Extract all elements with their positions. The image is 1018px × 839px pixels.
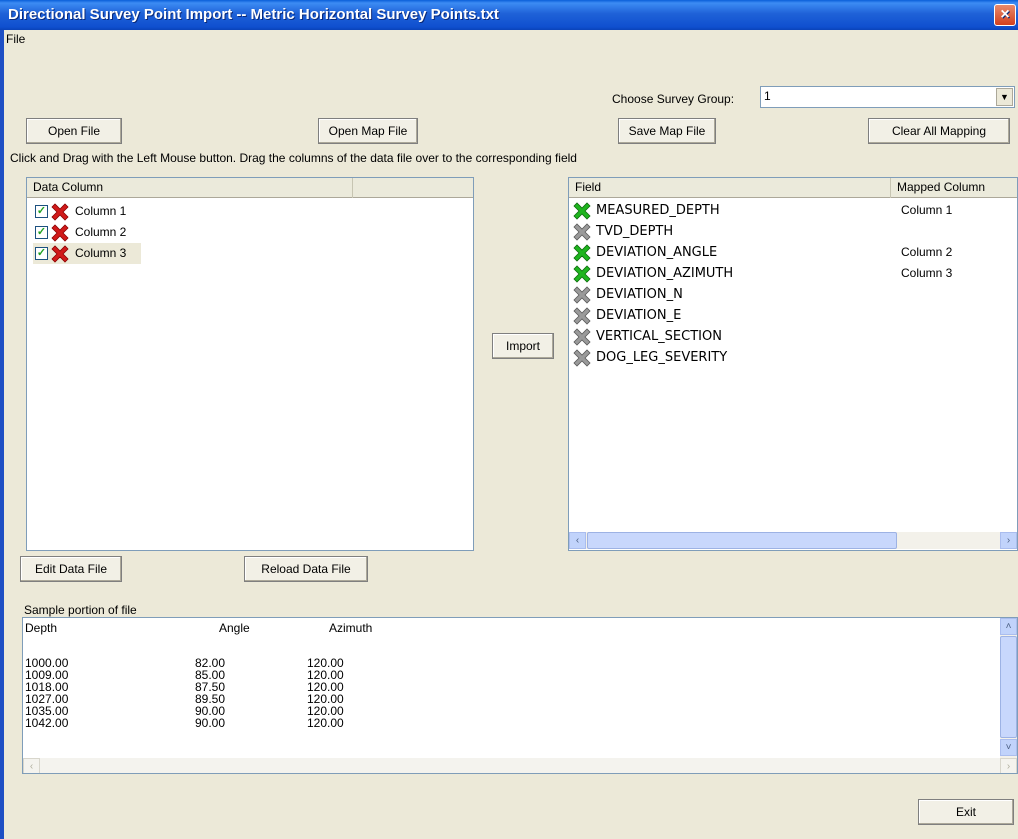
menu-file[interactable]: File <box>6 32 25 46</box>
field-row[interactable]: DOG_LEG_SEVERITY <box>573 347 1013 368</box>
mapped-column-value: Column 1 <box>901 203 953 217</box>
data-column-label: Column 3 <box>75 246 127 260</box>
field-row[interactable]: DEVIATION_N <box>573 284 1013 305</box>
open-map-file-button[interactable]: Open Map File <box>318 118 418 144</box>
survey-group-value: 1 <box>764 89 771 103</box>
mapped-column-header[interactable]: Mapped Column <box>891 178 1017 198</box>
sample-header-depth: Depth <box>25 621 58 635</box>
sample-header-angle: Angle <box>219 621 250 635</box>
sample-cell: 90.00 <box>195 716 226 730</box>
scroll-left-icon[interactable]: ‹ <box>23 758 40 773</box>
green-status-icon <box>573 265 591 283</box>
field-name: DEVIATION_N <box>596 287 683 302</box>
instructions-text: Click and Drag with the Left Mouse butto… <box>10 151 577 165</box>
sample-file-text[interactable]: Depth Angle Azimuth 1000.00 82.00 120.00… <box>22 617 1018 774</box>
import-button[interactable]: Import <box>492 333 554 359</box>
exit-button[interactable]: Exit <box>918 799 1014 825</box>
hscroll-thumb[interactable] <box>587 532 897 549</box>
scroll-down-icon[interactable]: ˅ <box>1000 739 1017 756</box>
checkbox-checked[interactable]: ✓ <box>35 205 48 218</box>
scroll-right-icon[interactable]: › <box>1000 532 1017 549</box>
import-dialog: Directional Survey Point Import -- Metri… <box>0 0 1018 839</box>
green-status-icon <box>573 244 591 262</box>
field-name: DOG_LEG_SEVERITY <box>596 350 728 365</box>
field-list-header: Field Mapped Column <box>569 178 1017 198</box>
scroll-up-icon[interactable]: ˄ <box>1000 618 1017 635</box>
gray-status-icon <box>573 307 591 325</box>
field-row[interactable]: VERTICAL_SECTION <box>573 326 1013 347</box>
close-button[interactable]: × <box>994 4 1016 26</box>
field-row[interactable]: DEVIATION_E <box>573 305 1013 326</box>
gray-status-icon <box>573 328 591 346</box>
data-column-list[interactable]: Data Column ✓ Column 1 ✓ Column 2 ✓ Colu… <box>26 177 474 551</box>
gray-status-icon <box>573 223 591 241</box>
clear-all-mapping-button[interactable]: Clear All Mapping <box>868 118 1010 144</box>
data-column-header: Data Column <box>27 178 473 198</box>
field-row[interactable]: DEVIATION_AZIMUTH Column 3 <box>573 263 1013 284</box>
red-status-icon <box>51 224 69 242</box>
sample-cell: 1042.00 <box>25 716 69 730</box>
field-row[interactable]: DEVIATION_ANGLE Column 2 <box>573 242 1013 263</box>
mapped-column-value: Column 3 <box>901 266 953 280</box>
scroll-right-icon[interactable]: › <box>1000 758 1017 773</box>
field-row[interactable]: TVD_DEPTH <box>573 221 1013 242</box>
sample-label: Sample portion of file <box>24 603 137 617</box>
checkbox-checked[interactable]: ✓ <box>35 247 48 260</box>
chevron-down-icon[interactable]: ▼ <box>996 88 1013 106</box>
menu-bar: File <box>0 30 1018 50</box>
field-header[interactable]: Field <box>569 178 891 198</box>
field-row[interactable]: MEASURED_DEPTH Column 1 <box>573 200 1013 221</box>
data-column-header-empty[interactable] <box>353 178 473 198</box>
gray-status-icon <box>573 349 591 367</box>
field-name: DEVIATION_AZIMUTH <box>596 266 734 281</box>
field-name: DEVIATION_E <box>596 308 682 323</box>
mapped-column-value: Column 2 <box>901 245 953 259</box>
vscroll-thumb[interactable] <box>1000 636 1017 738</box>
scroll-left-icon[interactable]: ‹ <box>569 532 586 549</box>
field-name: MEASURED_DEPTH <box>596 203 720 218</box>
sample-cell: 120.00 <box>307 716 344 730</box>
survey-group-label: Choose Survey Group: <box>612 92 735 106</box>
field-list-hscrollbar[interactable]: ‹ › <box>569 532 1017 549</box>
data-column-header-label[interactable]: Data Column <box>27 178 353 198</box>
red-status-icon <box>51 203 69 221</box>
gray-status-icon <box>573 286 591 304</box>
open-file-button[interactable]: Open File <box>26 118 122 144</box>
field-name: VERTICAL_SECTION <box>596 329 722 344</box>
field-list[interactable]: Field Mapped Column MEASURED_DEPTH Colum… <box>568 177 1018 551</box>
green-status-icon <box>573 202 591 220</box>
window-border <box>0 30 4 839</box>
sample-hscrollbar[interactable]: ‹ › <box>23 758 1017 773</box>
checkbox-checked[interactable]: ✓ <box>35 226 48 239</box>
field-name: DEVIATION_ANGLE <box>596 245 718 260</box>
field-name: TVD_DEPTH <box>596 224 674 239</box>
window-title: Directional Survey Point Import -- Metri… <box>8 6 499 23</box>
edit-data-file-button[interactable]: Edit Data File <box>20 556 122 582</box>
sample-header-azimuth: Azimuth <box>329 621 373 635</box>
data-column-item-selected[interactable]: ✓ Column 3 <box>33 243 141 264</box>
red-status-icon <box>51 245 69 263</box>
data-column-label: Column 2 <box>75 225 127 239</box>
title-bar[interactable]: Directional Survey Point Import -- Metri… <box>0 0 1018 30</box>
survey-group-select[interactable]: 1 ▼ <box>760 86 1015 108</box>
sample-vscrollbar[interactable]: ˄ ˅ <box>1000 618 1017 758</box>
save-map-file-button[interactable]: Save Map File <box>618 118 716 144</box>
reload-data-file-button[interactable]: Reload Data File <box>244 556 368 582</box>
data-column-label: Column 1 <box>75 204 127 218</box>
